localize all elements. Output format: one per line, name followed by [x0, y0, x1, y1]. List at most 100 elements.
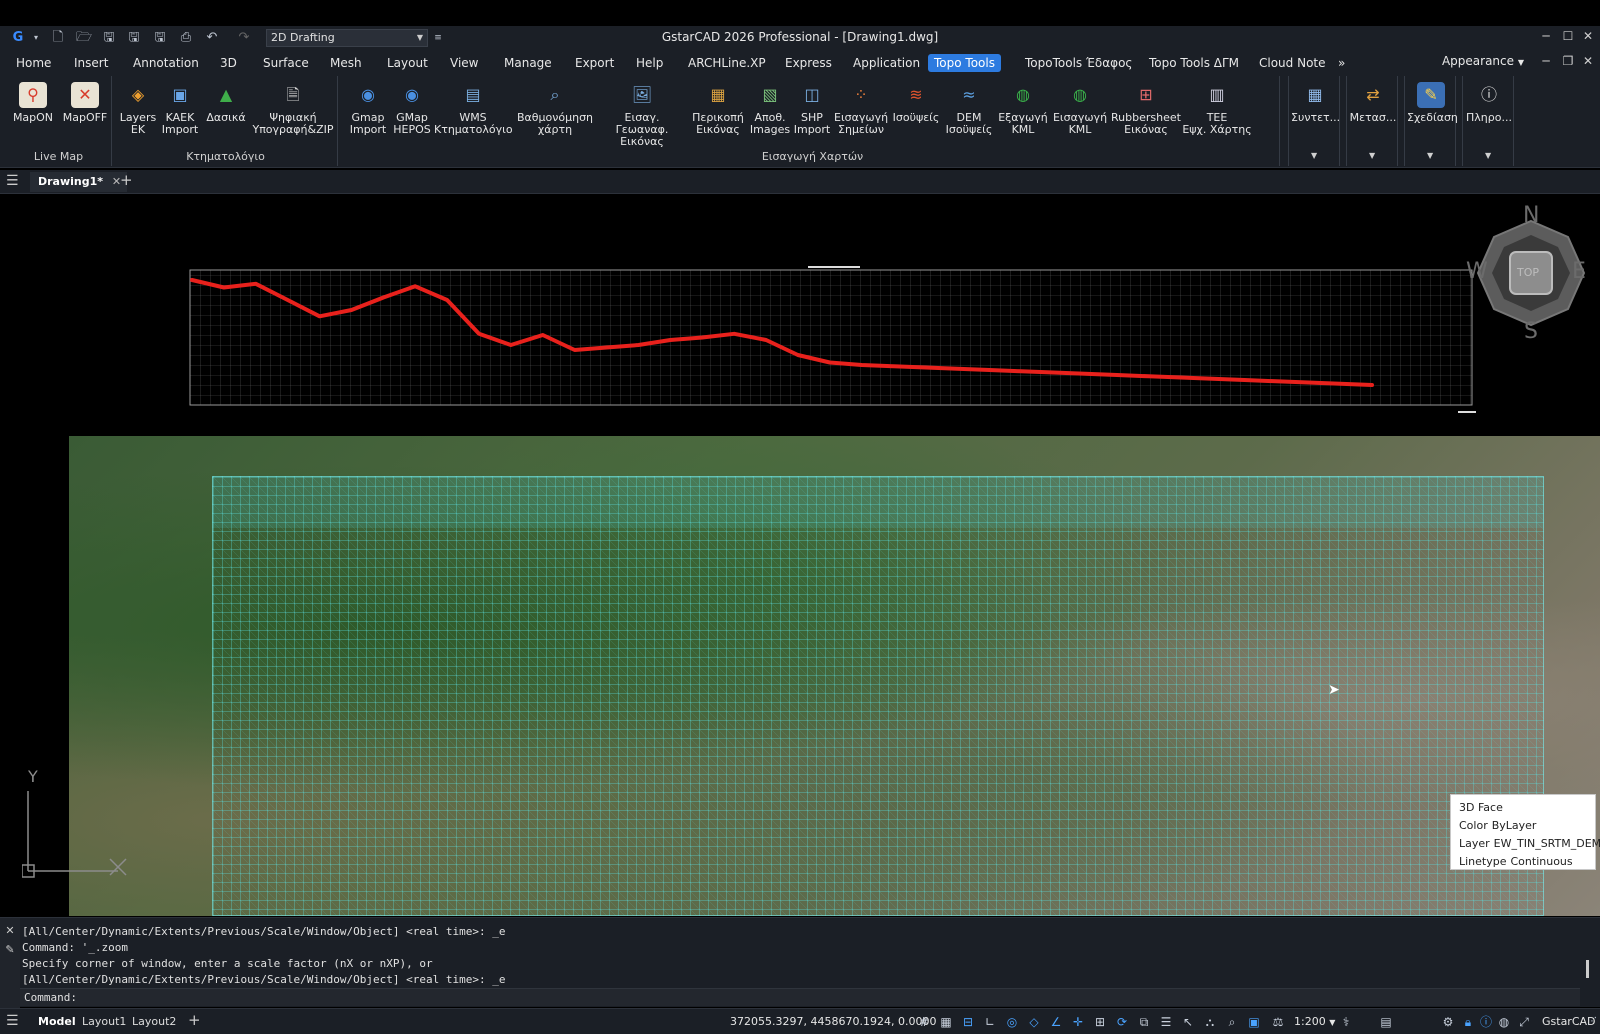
eisag-geoanaf-button[interactable]: 🖼 Εισαγ. Γεωαναφ. Εικόνας — [598, 82, 686, 148]
print-icon[interactable]: ⎙ — [178, 30, 194, 46]
annotation-scale[interactable]: 1:200 ▼ — [1294, 1015, 1335, 1028]
zoom-icon[interactable]: ⌕ — [1224, 1014, 1240, 1030]
schediasi-button[interactable]: ✎ Σχεδίαση — [1407, 82, 1458, 124]
ortho-icon[interactable]: ∟ — [982, 1014, 998, 1030]
tab-layout1[interactable]: Layout1 — [76, 1014, 132, 1030]
chevron-down-icon[interactable]: ▼ — [1485, 151, 1491, 160]
doc-minimize-icon[interactable]: ─ — [1538, 53, 1554, 69]
chevron-down-icon[interactable]: ▼ — [1427, 151, 1433, 160]
menu-manage[interactable]: Manage — [498, 54, 558, 72]
more-tabs-icon[interactable]: » — [1332, 54, 1351, 72]
dynamic-input-icon[interactable]: ⊞ — [1092, 1014, 1108, 1030]
save-as-icon[interactable]: 🖫 — [126, 30, 142, 46]
compass-west[interactable]: W — [1466, 259, 1488, 284]
kaek-import-button[interactable]: ▣ KAEK Import — [158, 82, 202, 136]
command-input[interactable]: Command: — [20, 988, 1580, 1006]
shp-import-button[interactable]: ◫ SHP Import — [792, 82, 832, 136]
transparency-icon[interactable]: ↖ — [1180, 1014, 1196, 1030]
hardware-acceleration-icon[interactable]: ⓘ — [1478, 1014, 1494, 1030]
tab-layout2[interactable]: Layout2 — [126, 1014, 182, 1030]
tee-map-button[interactable]: ▥ TEE Εψχ. Χάρτης — [1182, 82, 1252, 136]
resize-grip-icon[interactable]: ⋰ — [1584, 1014, 1600, 1030]
menu-export[interactable]: Export — [569, 54, 620, 72]
gmap-hepos-button[interactable]: ◉ GMap HEPOS — [390, 82, 434, 136]
menu-topotools-edafos[interactable]: TopoTools Έδαφος — [1019, 54, 1138, 72]
annotation-monitor-icon[interactable]: ⛬ — [1202, 1014, 1218, 1030]
dasika-button[interactable]: ▲ Δασικά — [202, 82, 250, 124]
menu-express[interactable]: Express — [779, 54, 838, 72]
hamburger-menu-icon[interactable]: ☰ — [6, 1013, 19, 1029]
isoupsis-button[interactable]: ≋ Ισοϋψείς — [890, 82, 942, 124]
compass-east[interactable]: E — [1572, 259, 1586, 284]
tab-model[interactable]: Model — [32, 1014, 82, 1030]
mapoff-button[interactable]: ✕ MapOFF — [60, 82, 110, 124]
maximize-icon[interactable]: ☐ — [1560, 28, 1576, 44]
document-tab[interactable]: Drawing1* ✕ — [30, 172, 128, 192]
menu-topo-tools-dgm[interactable]: Topo Tools ΔΓΜ — [1143, 54, 1245, 72]
wms-ktimatologio-button[interactable]: ▤ WMS Κτηματολόγιο — [434, 82, 513, 136]
app-menu-chevron-icon[interactable]: ▾ — [28, 30, 44, 46]
exagogi-kml-button[interactable]: ◍ Εξαγωγή KML — [996, 82, 1050, 136]
grid-display-icon[interactable]: ▦ — [938, 1014, 954, 1030]
customize-toolbar-icon[interactable]: ≡ — [430, 30, 446, 46]
redo-icon[interactable]: ↷ — [236, 30, 252, 46]
isolate-objects-icon[interactable]: ◍ — [1496, 1014, 1512, 1030]
layers-ek-button[interactable]: ◈ Layers ΕΚ — [118, 82, 158, 136]
viewcube[interactable]: N S E W TOP — [1466, 203, 1586, 344]
rubbersheet-button[interactable]: ⊞ Rubbersheet Εικόνας — [1110, 82, 1182, 136]
perikopi-button[interactable]: ▦ Περικοπή Εικόνας — [690, 82, 746, 136]
add-layout-icon[interactable]: + — [188, 1011, 201, 1029]
eisagogi-simeion-button[interactable]: ⁘ Εισαγωγή Σημείων — [834, 82, 888, 136]
lock-ui-icon[interactable]: 🔒︎ — [1460, 1014, 1476, 1030]
menu-topo-tools[interactable]: Topo Tools — [928, 54, 1001, 72]
menu-application[interactable]: Application — [847, 54, 926, 72]
open-folder-icon[interactable]: 🗁 — [76, 30, 92, 46]
apoth-images-button[interactable]: ▧ Αποθ. Images — [748, 82, 792, 136]
mapon-button[interactable]: ⚲ MapON — [10, 82, 56, 124]
menu-help[interactable]: Help — [630, 54, 669, 72]
psifiaki-ypografi-button[interactable]: 🗎 Ψηφιακή Υπογραφή&ZIP — [248, 82, 338, 136]
command-scrollbar[interactable] — [1586, 960, 1589, 978]
menu-home[interactable]: Home — [10, 54, 57, 72]
lineweight-icon[interactable]: ☰ — [1158, 1014, 1174, 1030]
snap-mode-icon[interactable]: ⊟ — [960, 1014, 976, 1030]
menu-3d[interactable]: 3D — [214, 54, 243, 72]
minimize-icon[interactable]: ─ — [1538, 28, 1554, 44]
selection-cycling-icon[interactable]: ⧉ — [1136, 1014, 1152, 1030]
new-file-icon[interactable]: 🗋 — [50, 30, 66, 46]
pliro-button[interactable]: ⓘ Πληρο... — [1465, 82, 1513, 124]
polar-tracking-icon[interactable]: ◎ — [1004, 1014, 1020, 1030]
doc-restore-icon[interactable]: ❐ — [1560, 53, 1576, 69]
object-snap-icon[interactable]: ✛ — [1070, 1014, 1086, 1030]
appearance-menu[interactable]: Appearance ▼ — [1442, 54, 1524, 68]
menu-mesh[interactable]: Mesh — [324, 54, 368, 72]
close-command-icon[interactable]: ✕ — [0, 924, 20, 937]
viewcube-top-face[interactable]: TOP — [1517, 266, 1539, 279]
workspace-select[interactable]: 2D Drafting ▼ — [266, 29, 428, 47]
isometric-icon[interactable]: ◇ — [1026, 1014, 1042, 1030]
save-icon[interactable]: 🖫 — [101, 30, 117, 46]
gmap-import-button[interactable]: ◉ Gmap Import — [346, 82, 390, 136]
eisagogi-kml-button[interactable]: ◍ Εισαγωγή KML — [1052, 82, 1108, 136]
chevron-down-icon[interactable]: ▼ — [1369, 151, 1375, 160]
snap-grid-icon[interactable]: # — [916, 1014, 932, 1030]
settings-gear-icon[interactable]: ⚙ — [1440, 1014, 1456, 1030]
compass-south[interactable]: S — [1524, 319, 1538, 344]
menu-layout[interactable]: Layout — [381, 54, 434, 72]
menu-view[interactable]: View — [444, 54, 484, 72]
dem-isoupsis-button[interactable]: ≈ DEM Ισοϋψείς — [944, 82, 994, 136]
clean-screen-icon[interactable]: ⤢ — [1516, 1014, 1532, 1030]
workspace-icon[interactable]: ▤ — [1378, 1014, 1394, 1030]
menu-archline[interactable]: ARCHLine.XP — [682, 54, 772, 72]
doc-close-icon[interactable]: ✕ — [1580, 53, 1596, 69]
customize-command-icon[interactable]: ✎ — [0, 943, 20, 956]
dynamic-ucs-icon[interactable]: ⟳ — [1114, 1014, 1130, 1030]
syntet-button[interactable]: ▦ Συντετ... — [1291, 82, 1340, 124]
drawing-canvas[interactable]: N S E W TOP Y 3D Face Color ByLayer Layer… — [0, 195, 1600, 916]
close-icon[interactable]: ✕ — [1580, 28, 1596, 44]
annotation-visibility-icon[interactable]: ⚕ — [1338, 1014, 1354, 1030]
menu-annotation[interactable]: Annotation — [127, 54, 205, 72]
annotation-scale-icon[interactable]: ⚖ — [1270, 1014, 1286, 1030]
menu-cloud-note[interactable]: Cloud Note — [1253, 54, 1332, 72]
menu-surface[interactable]: Surface — [257, 54, 315, 72]
